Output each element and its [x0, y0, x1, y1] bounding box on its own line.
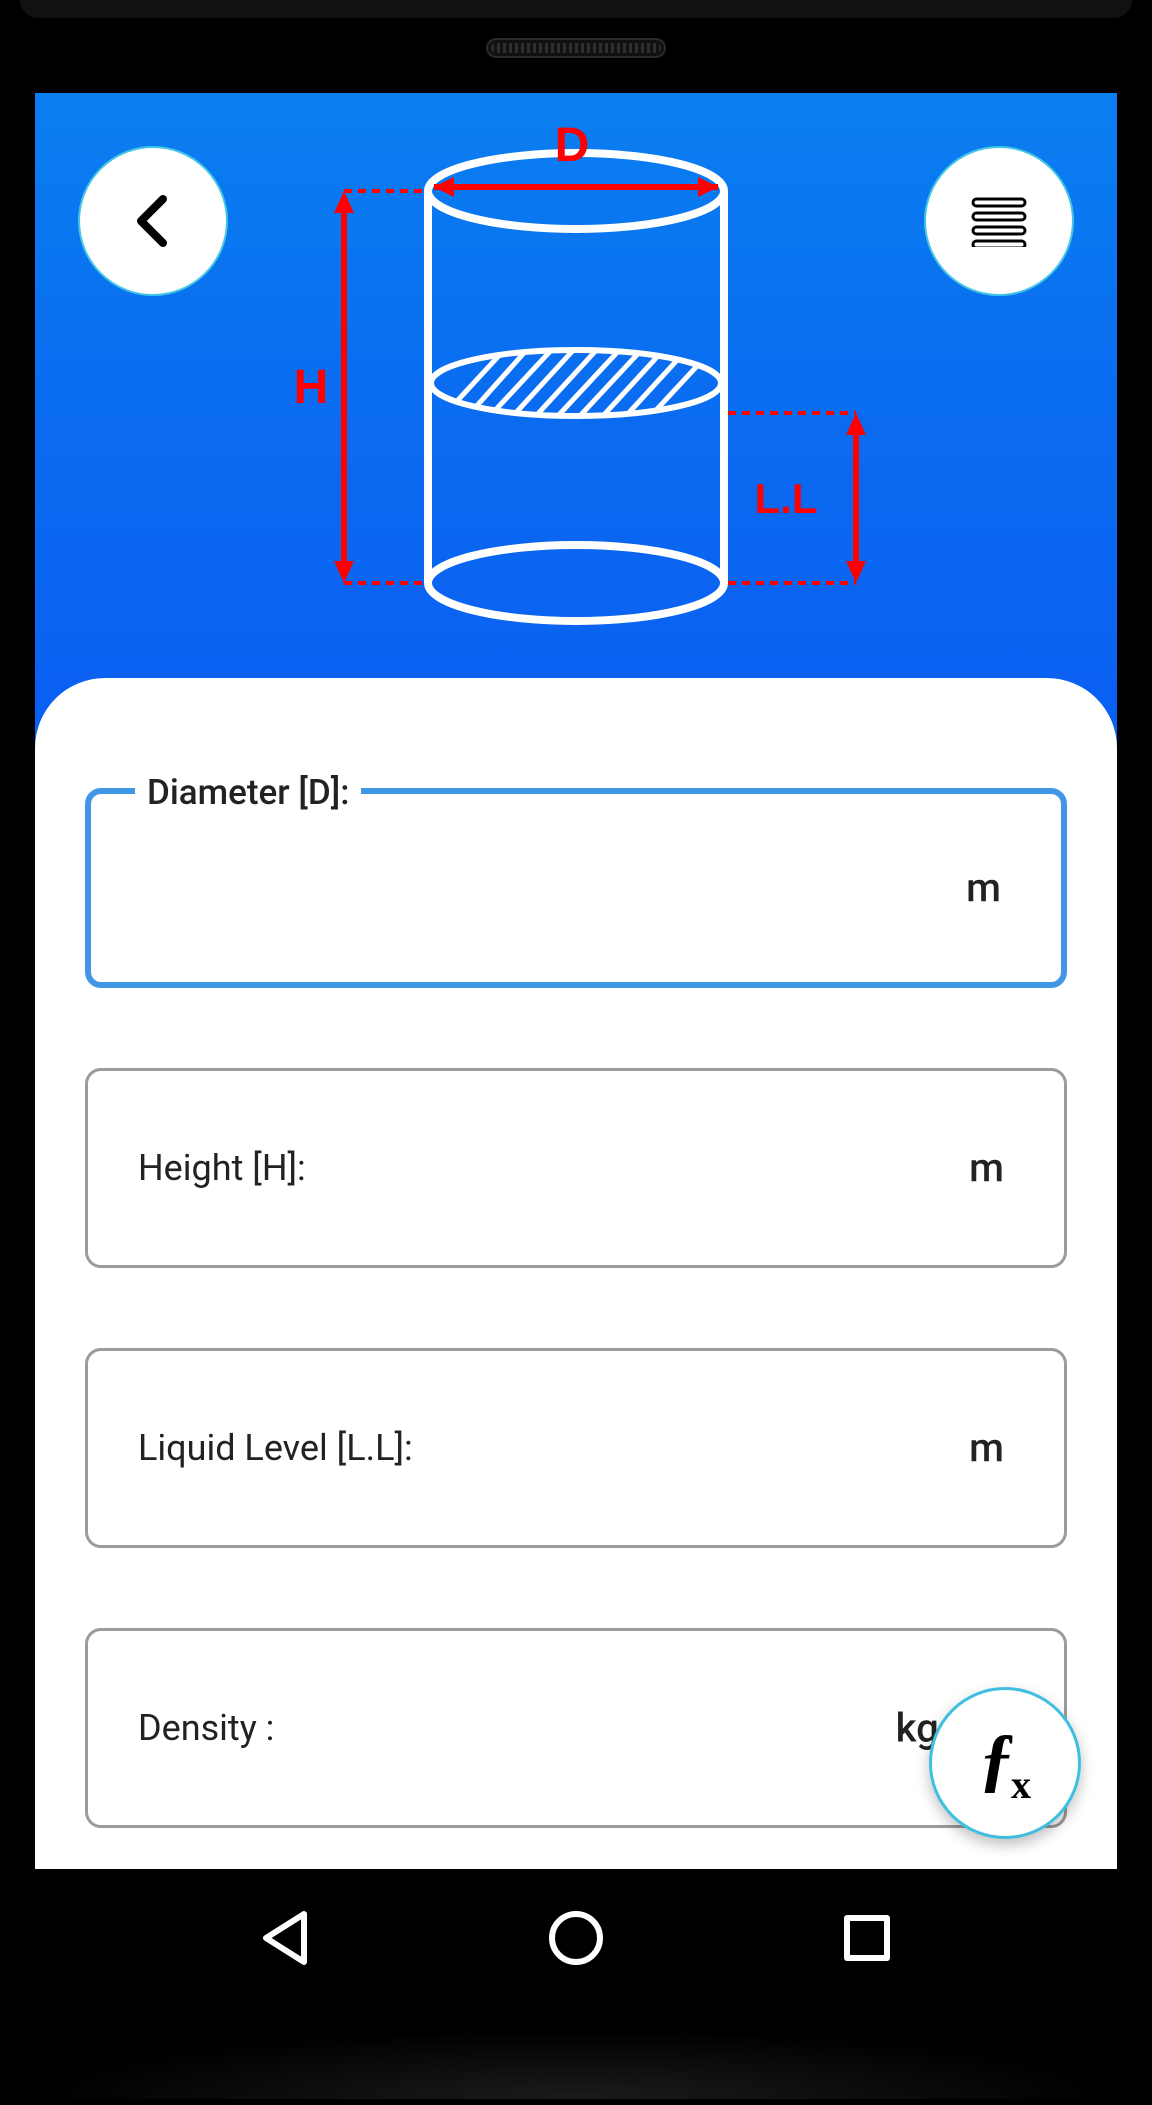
menu-button[interactable]	[924, 146, 1074, 296]
android-back-button[interactable]	[253, 1906, 317, 1970]
back-button[interactable]	[78, 146, 228, 296]
diagram-label-ll: L.L	[755, 475, 818, 522]
app-screen: D H L.L Diameter [D]: Diameter [	[35, 93, 1117, 1869]
diagram-label-h: H	[294, 361, 329, 414]
menu-icon	[969, 195, 1029, 247]
header-area: D H L.L	[35, 93, 1117, 773]
circle-home-icon	[546, 1908, 606, 1968]
android-home-button[interactable]	[544, 1906, 608, 1970]
liquid-level-field[interactable]: Liquid Level [L.L]: Liquid Level [L.L]: …	[85, 1348, 1067, 1548]
diameter-input[interactable]	[91, 794, 1061, 982]
diagram-label-d: D	[555, 119, 590, 172]
tank-diagram: D H L.L	[256, 113, 896, 653]
diameter-field[interactable]: Diameter [D]: Diameter [D]: m	[85, 788, 1067, 988]
device-bottom-shadow	[32, 2029, 1120, 2099]
liquid-level-input[interactable]	[88, 1351, 1064, 1545]
density-input[interactable]	[88, 1631, 1064, 1825]
fx-icon: ƒx	[979, 1718, 1031, 1808]
triangle-back-icon	[260, 1910, 310, 1966]
height-field[interactable]: Height [H]: Height [H]: m	[85, 1068, 1067, 1268]
android-nav-bar	[0, 1880, 1152, 1995]
calculate-fab[interactable]: ƒx	[929, 1687, 1081, 1839]
device-speaker	[486, 38, 666, 58]
android-recent-button[interactable]	[835, 1906, 899, 1970]
input-panel: Diameter [D]: Diameter [D]: m Height [H]…	[35, 678, 1117, 1869]
diameter-legend: Diameter [D]:	[135, 772, 361, 813]
density-field[interactable]: Density : Density : kg/m³	[85, 1628, 1067, 1828]
height-input[interactable]	[88, 1071, 1064, 1265]
chevron-left-icon	[129, 195, 177, 247]
square-recent-icon	[841, 1912, 893, 1964]
